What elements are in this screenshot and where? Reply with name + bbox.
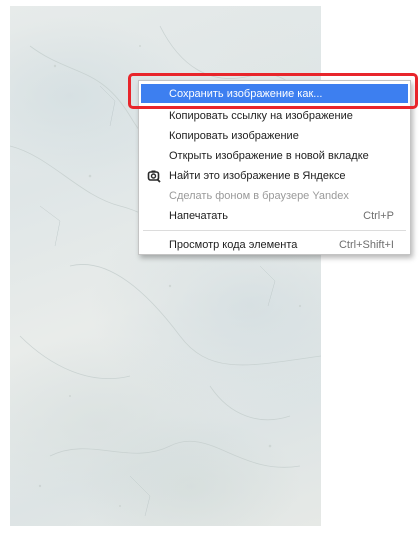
menu-item-label: Сохранить изображение как... — [169, 87, 323, 100]
menu-item-copy-image[interactable]: Копировать изображение — [141, 126, 408, 145]
menu-item-label: Открыть изображение в новой вкладке — [169, 149, 369, 162]
menu-item-copy-image-link[interactable]: Копировать ссылку на изображение — [141, 106, 408, 125]
context-menu: Сохранить изображение как... Копировать … — [138, 80, 411, 255]
menu-separator — [143, 230, 406, 231]
menu-item-label: Копировать изображение — [169, 129, 299, 142]
menu-item-save-image-as[interactable]: Сохранить изображение как... — [141, 84, 408, 103]
menu-item-shortcut: Ctrl+P — [363, 209, 394, 222]
menu-item-label: Просмотр кода элемента — [169, 238, 298, 251]
menu-item-shortcut: Ctrl+Shift+I — [338, 238, 394, 251]
menu-item-print[interactable]: Напечатать Ctrl+P — [141, 206, 408, 225]
menu-item-set-as-background: Сделать фоном в браузере Yandex — [141, 186, 408, 205]
menu-item-open-image-new-tab[interactable]: Открыть изображение в новой вкладке — [141, 146, 408, 165]
menu-item-label: Напечатать — [169, 209, 228, 222]
menu-item-search-image-yandex[interactable]: Найти это изображение в Яндексе — [141, 166, 408, 185]
camera-search-icon — [147, 169, 161, 183]
menu-item-label: Найти это изображение в Яндексе — [169, 169, 346, 182]
menu-item-label: Сделать фоном в браузере Yandex — [169, 189, 349, 202]
menu-item-inspect-element[interactable]: Просмотр кода элемента Ctrl+Shift+I — [141, 235, 408, 254]
screenshot-stage: Сохранить изображение как... Копировать … — [0, 0, 419, 540]
menu-item-label: Копировать ссылку на изображение — [169, 109, 353, 122]
